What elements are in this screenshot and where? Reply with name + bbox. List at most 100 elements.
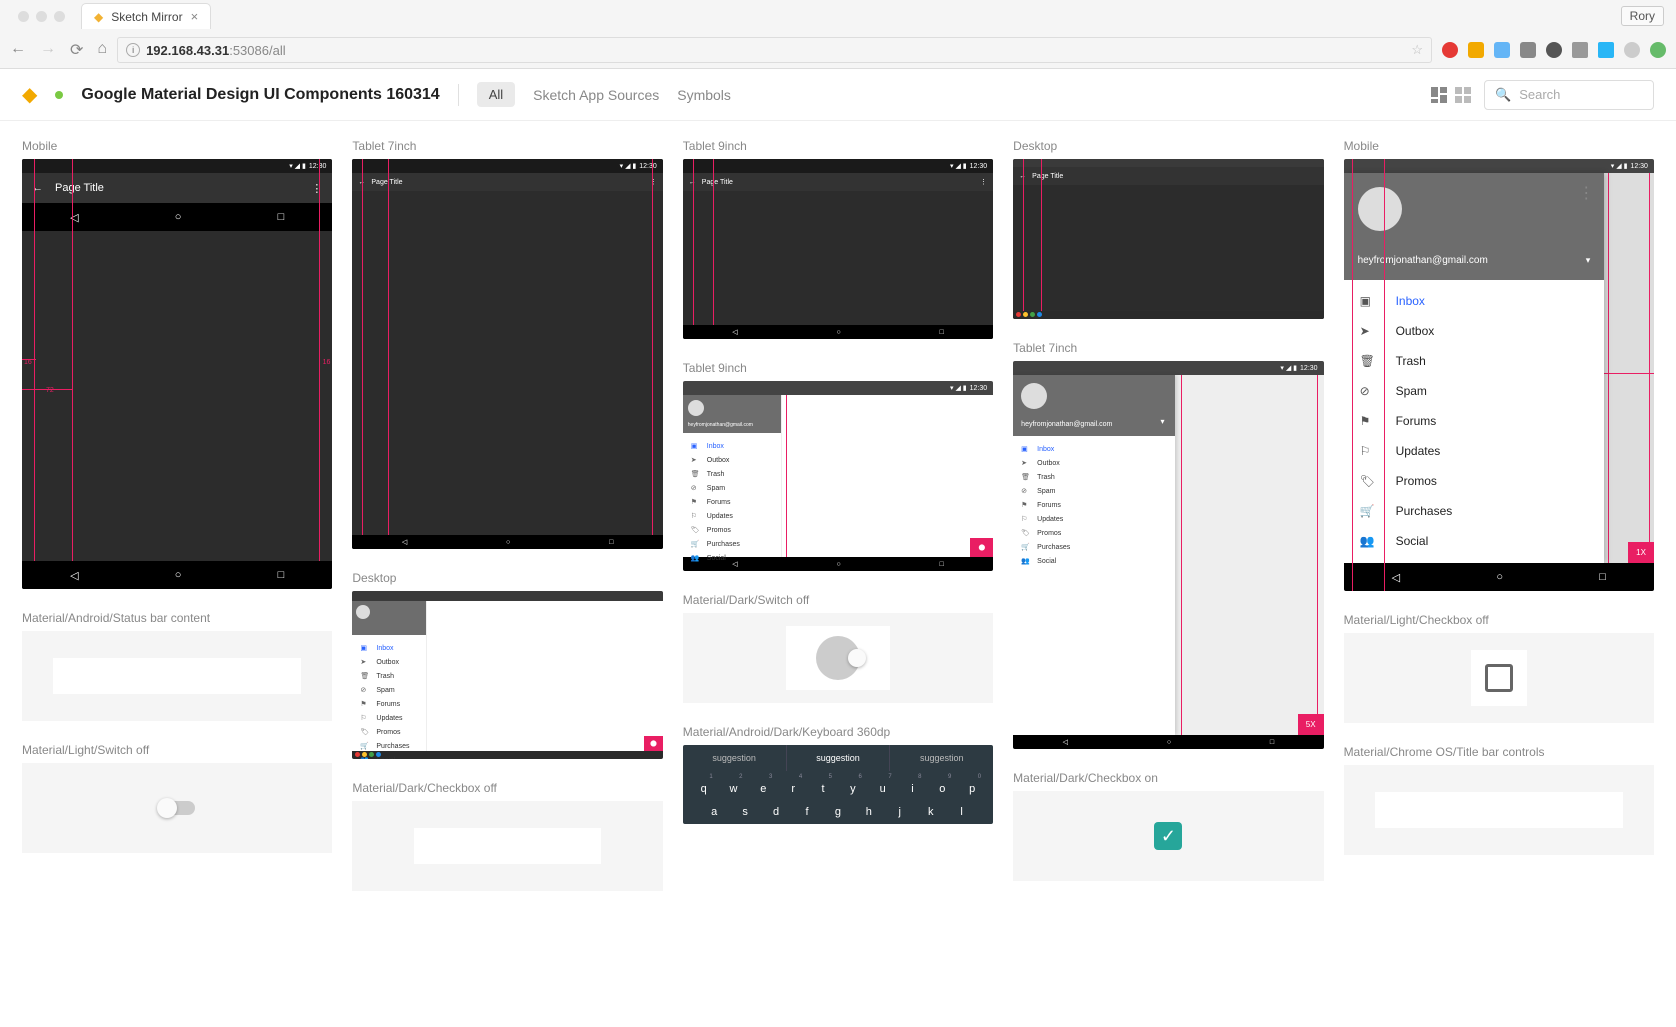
ext-icon[interactable]: [1546, 42, 1562, 58]
ext-icon[interactable]: [1572, 42, 1588, 58]
nav-home-icon: ○: [175, 211, 182, 223]
profile-badge[interactable]: Rory: [1621, 6, 1664, 26]
site-info-icon[interactable]: i: [126, 43, 140, 57]
artboard[interactable]: Material/Dark/Checkbox on ✓: [1013, 771, 1323, 881]
flag-icon: ⚐: [1360, 444, 1376, 458]
ext-icon[interactable]: [1598, 42, 1614, 58]
component-preview: [22, 763, 332, 853]
keyboard-key: 0p: [963, 783, 981, 795]
artboard[interactable]: Mobile ▾ ◢ ▮ 12:30 ← Page Title ⋮ 16 16 …: [22, 139, 332, 589]
artboard[interactable]: Desktop ←Page Title: [1013, 139, 1323, 319]
keyboard-key: f: [798, 806, 816, 818]
drawer-item-label: Outbox: [1396, 324, 1435, 338]
nav-home-icon[interactable]: ⌂: [97, 40, 107, 60]
nav-home-icon: ○: [1496, 571, 1503, 583]
ext-icon[interactable]: [1442, 42, 1458, 58]
tag-icon: 🏷: [1021, 529, 1029, 537]
artboard[interactable]: Material/Dark/Checkbox off: [352, 781, 662, 891]
drawer-item: 🏷Promos: [1013, 526, 1174, 540]
artboard[interactable]: Desktop ▣Inbox➤Outbox🗑Trash⊘Spam⚑Forums⚐…: [352, 571, 662, 759]
view-masonry-icon[interactable]: [1430, 86, 1448, 104]
close-tab-icon[interactable]: ×: [191, 9, 199, 24]
send-icon: ➤: [360, 658, 368, 666]
drawer-item-label: Promos: [1396, 474, 1437, 488]
url-input[interactable]: i 192.168.43.31:53086/all ☆: [117, 37, 1432, 63]
inbox-icon: ▣: [1360, 294, 1376, 308]
nav-back-icon[interactable]: ←: [10, 40, 26, 60]
drawer-item-label: Inbox: [1396, 294, 1425, 308]
drawer-item: ⚐Updates: [352, 711, 425, 725]
window-traffic-lights[interactable]: [8, 11, 75, 22]
send-icon: ➤: [691, 456, 699, 464]
view-grid-icon[interactable]: [1454, 86, 1472, 104]
artboard[interactable]: Tablet 9inch ▾ ◢ ▮ 12:30 heyfromjonathan…: [683, 361, 993, 571]
drawer-item: ⊘Spam: [352, 683, 425, 697]
trash-icon: 🗑: [1360, 354, 1376, 368]
artboard[interactable]: Material/Android/Status bar content: [22, 611, 332, 721]
drawer-item: ⚑ Forums: [683, 495, 781, 509]
spam-icon: ⊘: [1360, 384, 1376, 398]
drawer-item-label: Spam: [376, 687, 394, 694]
drawer-item: 🗑Trash: [683, 467, 781, 481]
bookmark-star-icon[interactable]: ☆: [1411, 42, 1423, 58]
ext-icon[interactable]: [1624, 42, 1640, 58]
keyboard-key: s: [736, 806, 754, 818]
artboard[interactable]: Material/Light/Checkbox off: [1344, 613, 1654, 723]
drawer-item-label: Purchases: [376, 743, 409, 750]
nav-reload-icon[interactable]: ⟳: [70, 40, 83, 60]
drawer-item-label: Forums: [707, 499, 731, 506]
keyboard-key: 5t: [814, 783, 832, 795]
drawer-item-label: Spam: [1037, 488, 1055, 495]
drawer-item-label: Trash: [707, 471, 725, 478]
cart-icon: 🛒: [691, 540, 699, 548]
artboard[interactable]: Tablet 9inch ▾ ◢ ▮ 12:30 ←Page Title⋮ ◁○…: [683, 139, 993, 339]
fab-badge: 1X: [1628, 542, 1654, 563]
artboard[interactable]: Material/Chrome OS/Title bar controls: [1344, 745, 1654, 855]
drawer-item: ▣Inbox: [352, 641, 425, 655]
ext-icon[interactable]: [1520, 42, 1536, 58]
account-email: heyfromjonathan@gmail.com: [1358, 255, 1591, 266]
nav-symbols-link[interactable]: Symbols: [677, 87, 731, 103]
artboard[interactable]: Material/Dark/Switch off: [683, 593, 993, 703]
inbox-icon: ▣: [360, 644, 368, 652]
drawer-item-label: Spam: [1396, 384, 1427, 398]
drawer-item-label: Social: [707, 555, 726, 562]
artboard[interactable]: Material/Light/Switch off: [22, 743, 332, 853]
switch-off-icon: [816, 636, 860, 680]
ext-icon[interactable]: [1494, 42, 1510, 58]
drawer-item-label: Inbox: [1037, 446, 1054, 453]
artboard-label: Material/Light/Switch off: [22, 743, 332, 757]
drawer-item: ▣Inbox: [683, 439, 781, 453]
artboard[interactable]: Tablet 7inch ▾ ◢ ▮ 12:30 heyfromjonathan…: [1013, 341, 1323, 749]
drawer-item: 🗑Trash: [352, 669, 425, 683]
flag-icon: ⚐: [691, 512, 699, 520]
trash-icon: 🗑: [1021, 473, 1029, 481]
cart-icon: 🛒: [360, 742, 368, 750]
drawer-item-label: Trash: [1396, 354, 1426, 368]
nav-forward-icon[interactable]: →: [40, 40, 56, 60]
drawer-item-label: Updates: [707, 513, 733, 520]
artboard[interactable]: Mobile ▾ ◢ ▮ 12:30 heyfromjonathan@gmail…: [1344, 139, 1654, 591]
forum-icon: ⚑: [691, 498, 699, 506]
artboard-label: Material/Android/Status bar content: [22, 611, 332, 625]
browser-tab[interactable]: ◆ Sketch Mirror ×: [81, 3, 211, 29]
artboard[interactable]: Material/Android/Dark/Keyboard 360dp sug…: [683, 725, 993, 824]
search-input[interactable]: 🔍 Search: [1484, 80, 1654, 110]
nav-recent-icon: □: [1599, 571, 1606, 583]
artboard[interactable]: Tablet 7inch ▾ ◢ ▮ 12:30 ← Page Title ⋮ …: [352, 139, 662, 549]
drawer-item: 🛒 Purchases: [352, 739, 425, 753]
ext-icon[interactable]: [1468, 42, 1484, 58]
cart-icon: 🛒: [1021, 543, 1029, 551]
keyboard-preview: suggestionsuggestionsuggestion 1q2w3e4r5…: [683, 745, 993, 824]
status-bar: ▾ ◢ ▮ 12:30: [22, 159, 332, 173]
component-preview: [22, 631, 332, 721]
document-title: Google Material Design UI Components 160…: [81, 86, 439, 104]
spam-icon: ⊘: [1021, 487, 1029, 495]
ext-icon[interactable]: [1650, 42, 1666, 58]
drawer-item: 🏷Promos: [683, 523, 781, 537]
connection-status-icon: [55, 91, 63, 99]
nav-sources-link[interactable]: Sketch App Sources: [533, 87, 659, 103]
drawer-item: ➤Outbox: [683, 453, 781, 467]
keyboard-suggestion: suggestion: [786, 745, 891, 771]
filter-all-button[interactable]: All: [477, 82, 515, 107]
